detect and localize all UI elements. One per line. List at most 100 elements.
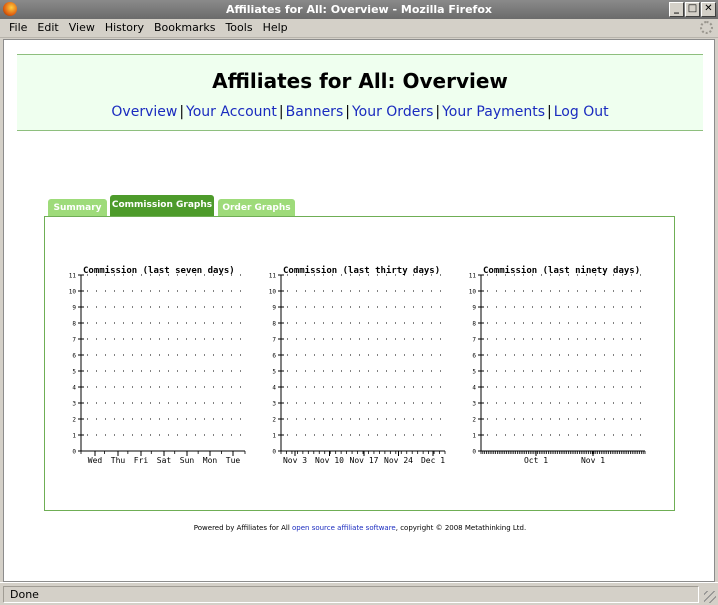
tab-panel: Commission (last seven days) 0 1 2 3 4 5 6 7 8 9 10… — [44, 216, 675, 511]
y-tick-label: 7 — [72, 337, 76, 344]
page-header: Affiliates for All: Overview Overview | Yo… — [17, 54, 703, 131]
x-tick-label: Sat — [157, 456, 172, 465]
resize-grip-icon[interactable] — [704, 591, 716, 603]
tab-summary[interactable]: Summary — [48, 199, 107, 217]
x-tick-label: Fri — [134, 456, 149, 465]
y-tick-label: 10 — [69, 289, 77, 296]
y-tick-label: 1 — [272, 433, 276, 440]
y-tick-label: 9 — [72, 305, 76, 312]
x-tick-label: Nov 17 — [350, 456, 379, 465]
x-tick-label: Sun — [180, 456, 195, 465]
tab-commission-graphs[interactable]: Commission Graphs — [110, 195, 214, 217]
page-content: Affiliates for All: Overview Overview | Yo… — [3, 39, 715, 582]
y-tick-label: 10 — [269, 289, 277, 296]
y-tick-label: 7 — [472, 337, 476, 344]
y-tick-label: 2 — [272, 417, 276, 424]
y-tick-label: 1 — [72, 433, 76, 440]
status-bar: Done — [0, 582, 718, 605]
menu-edit[interactable]: Edit — [32, 19, 63, 37]
y-tick-label: 10 — [469, 289, 477, 296]
window-titlebar: Affiliates for All: Overview - Mozilla F… — [0, 0, 718, 19]
menubar: File Edit View History Bookmarks Tools Help — [0, 19, 718, 38]
close-button[interactable]: ✕ — [701, 2, 716, 17]
y-tick-label: 3 — [472, 401, 476, 408]
y-tick-label: 8 — [472, 321, 476, 328]
y-tick-label: 5 — [72, 369, 76, 376]
x-tick-label: Mon — [203, 456, 218, 465]
y-tick-label: 8 — [272, 321, 276, 328]
nav-separator: | — [179, 104, 185, 120]
nav-separator: | — [547, 104, 552, 120]
throbber-icon — [700, 21, 713, 34]
footer-suffix: , copyright © 2008 Metathinking Ltd. — [395, 524, 527, 532]
tab-order-graphs[interactable]: Order Graphs — [218, 199, 295, 217]
chart-title: Commission (last seven days) — [83, 265, 235, 276]
y-tick-label: 7 — [272, 337, 276, 344]
maximize-button[interactable]: □ — [685, 2, 700, 17]
y-tick-label: 9 — [472, 305, 476, 312]
y-tick-label: 6 — [272, 353, 276, 360]
nav-banners[interactable]: Banners — [286, 104, 344, 120]
nav-separator: | — [435, 104, 441, 120]
menu-history[interactable]: History — [100, 19, 149, 37]
page-title: Affiliates for All: Overview — [212, 69, 508, 93]
y-tick-label: 0 — [472, 449, 476, 456]
chart-title: Commission (last thirty days) — [283, 265, 440, 276]
x-tick-label: Nov 10 — [315, 456, 344, 465]
x-tick-label: Oct 1 — [524, 456, 548, 465]
nav-separator: | — [278, 104, 284, 120]
y-tick-label: 5 — [272, 369, 276, 376]
x-tick-label: Nov 1 — [581, 456, 605, 465]
x-tick-label: Nov 24 — [384, 456, 413, 465]
chart-ninety-days: Commission (last ninety days) 0 1 2 3 4 5 6 7 8 9 1… — [469, 265, 646, 465]
menu-tools[interactable]: Tools — [220, 19, 257, 37]
footer-link[interactable]: open source affiliate software — [292, 524, 396, 532]
graph-thirty-days: Commission (last thirty days) 0 1 2 3 4 5 6 7 8 9 1… — [263, 257, 453, 467]
nav-your-payments[interactable]: Your Payments — [442, 104, 545, 120]
graph-seven-days: Commission (last seven days) 0 1 2 3 4 5 6 7 8 9 10… — [63, 257, 253, 467]
menu-help[interactable]: Help — [258, 19, 293, 37]
y-tick-label: 0 — [272, 449, 276, 456]
menu-view[interactable]: View — [64, 19, 100, 37]
nav-your-account[interactable]: Your Account — [186, 104, 277, 120]
status-text: Done — [3, 586, 699, 603]
y-tick-label: 6 — [72, 353, 76, 360]
x-tick-label: Nov 3 — [283, 456, 307, 465]
minimize-button[interactable]: _ — [669, 2, 684, 17]
y-tick-label: 4 — [472, 385, 476, 392]
y-tick-label: 4 — [272, 385, 276, 392]
y-tick-label: 3 — [272, 401, 276, 408]
x-tick-label: Thu — [111, 456, 126, 465]
nav-separator: | — [345, 104, 350, 120]
chart-title: Commission (last ninety days) — [483, 265, 640, 276]
x-tick-label: Wed — [88, 456, 103, 465]
y-tick-label: 8 — [72, 321, 76, 328]
y-tick-label: 6 — [472, 353, 476, 360]
menu-bookmarks[interactable]: Bookmarks — [149, 19, 220, 37]
y-tick-label: 11 — [269, 273, 277, 280]
y-tick-label: 3 — [72, 401, 76, 408]
firefox-icon — [3, 2, 17, 16]
window-controls: _ □ ✕ — [669, 2, 716, 17]
menu-file[interactable]: File — [0, 19, 32, 37]
y-tick-label: 11 — [69, 273, 77, 280]
footer-prefix: Powered by Affiliates for All — [193, 524, 292, 532]
chart-seven-days: Commission (last seven days) 0 1 2 3 4 5 6 7 8 9 10… — [69, 265, 246, 465]
y-tick-label: 2 — [72, 417, 76, 424]
nav-your-orders[interactable]: Your Orders — [352, 104, 433, 120]
y-tick-label: 2 — [472, 417, 476, 424]
x-tick-label: Dec 1 — [421, 456, 445, 465]
nav-log-out[interactable]: Log Out — [554, 104, 609, 120]
graph-ninety-days: Commission (last ninety days) 0 1 2 3 4 5 6 7 8 9 1… — [463, 257, 653, 467]
y-tick-label: 1 — [472, 433, 476, 440]
y-tick-label: 11 — [469, 273, 477, 280]
y-tick-label: 0 — [72, 449, 76, 456]
window-title: Affiliates for All: Overview - Mozilla F… — [226, 3, 492, 16]
y-tick-label: 4 — [72, 385, 76, 392]
nav-overview[interactable]: Overview — [111, 104, 177, 120]
chart-thirty-days: Commission (last thirty days) 0 1 2 3 4 5 6 7 8 9 1… — [269, 265, 446, 465]
y-tick-label: 5 — [472, 369, 476, 376]
main-nav: Overview | Your Account | Banners | Your Order… — [17, 104, 703, 120]
y-tick-label: 9 — [272, 305, 276, 312]
x-tick-label: Tue — [226, 456, 241, 465]
